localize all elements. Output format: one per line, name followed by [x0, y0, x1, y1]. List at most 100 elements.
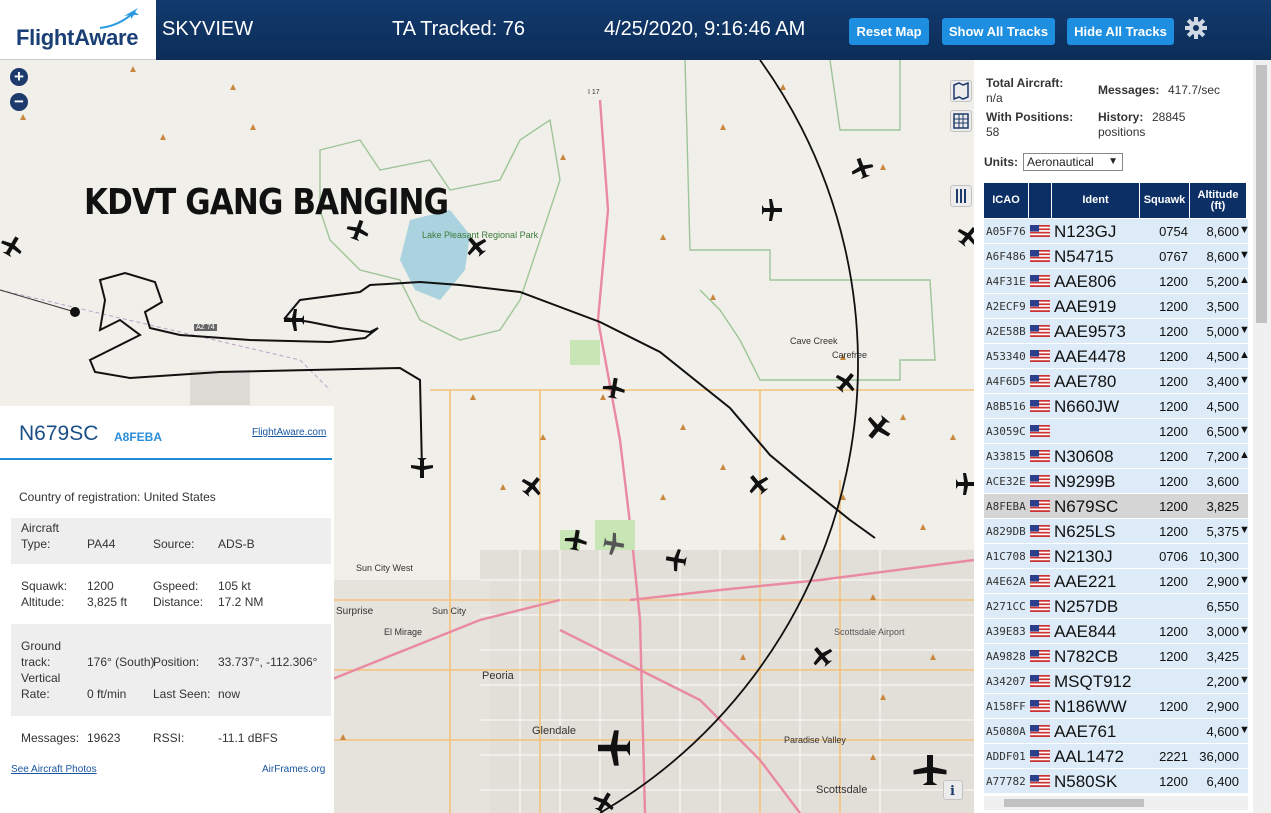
info-callsign: N679SC [19, 422, 99, 445]
grid-icon[interactable] [950, 110, 972, 132]
map-label-peoria: Peoria [482, 670, 514, 682]
table-row[interactable]: A2ECF9 AAE919 1200 3,500 [984, 294, 1248, 319]
vertical-scrollbar[interactable] [1253, 60, 1271, 813]
show-all-tracks-button[interactable]: Show All Tracks [942, 18, 1055, 45]
row-altitude-trend: ▼ [1239, 574, 1248, 586]
col-header-squawk[interactable]: Squawk [1140, 183, 1189, 218]
us-flag-icon [1030, 350, 1050, 362]
info-icon[interactable]: i [943, 780, 963, 800]
columns-icon[interactable] [950, 185, 972, 207]
table-row[interactable]: ADDF01 AAL1472 2221 36,000 [984, 744, 1248, 769]
us-flag-icon [1030, 500, 1050, 512]
with-positions-label: With Positions: [986, 110, 1074, 124]
table-row[interactable]: A829DB N625LS 1200 5,375 ▼ [984, 519, 1248, 544]
row-squawk: 0754 [1159, 224, 1188, 239]
row-squawk: 1200 [1159, 449, 1188, 464]
total-aircraft-value: n/a [986, 91, 1003, 105]
horizontal-scrollbar[interactable] [984, 796, 1248, 810]
row-ident: AAE844 [1054, 622, 1117, 641]
row-ident: N580SK [1054, 772, 1118, 791]
row-squawk: 1200 [1159, 374, 1188, 389]
row-altitude-trend: ▲ [1239, 274, 1248, 286]
table-row[interactable]: A8FEBA N679SC 1200 3,825 [984, 494, 1248, 519]
col-header-altitude[interactable]: Altitude (ft) [1190, 183, 1246, 218]
row-squawk: 1200 [1159, 424, 1188, 439]
row-icao: A271CC [986, 600, 1026, 613]
table-row[interactable]: A5080A AAE761 4,600 ▼ [984, 719, 1248, 744]
table-row[interactable]: A4F31E AAE806 1200 5,200 ▲ [984, 269, 1248, 294]
row-altitude: 2,900 [1206, 699, 1239, 714]
table-row[interactable]: AA9828 N782CB 1200 3,425 [984, 644, 1248, 669]
row-altitude: 3,000 [1206, 624, 1239, 639]
table-row[interactable]: A8B516 N660JW 1200 4,500 [984, 394, 1248, 419]
messages-rate-label: Messages: [1098, 83, 1160, 97]
row-altitude: 3,400 [1206, 374, 1239, 389]
airframes-link[interactable]: AirFrames.org [262, 764, 325, 775]
flightaware-link[interactable]: FlightAware.com [252, 427, 326, 438]
map-layers-icon[interactable] [950, 80, 972, 102]
row-altitude: 8,600 [1206, 224, 1239, 239]
hide-all-tracks-button[interactable]: Hide All Tracks [1067, 18, 1174, 45]
country-label: Country of registration: [19, 490, 141, 504]
col-header-icao[interactable]: ICAO [984, 183, 1028, 218]
table-row[interactable]: A6F486 N54715 0767 8,600 ▼ [984, 244, 1248, 269]
vertical-rate-label: Vertical Rate: [21, 671, 61, 701]
table-row[interactable]: A05F76 N123GJ 0754 8,600 ▼ [984, 219, 1248, 244]
top-bar: FlightAware SKYVIEW TA Tracked: 76 4/25/… [0, 0, 1271, 60]
us-flag-icon [1030, 675, 1050, 687]
us-flag-icon [1030, 750, 1050, 762]
us-flag-icon [1030, 325, 1050, 337]
table-row[interactable]: A39E83 AAE844 1200 3,000 ▼ [984, 619, 1248, 644]
col-header-ident[interactable]: Ident [1052, 183, 1139, 218]
table-row[interactable]: A4F6D5 AAE780 1200 3,400 ▼ [984, 369, 1248, 394]
row-icao: A4F6D5 [986, 375, 1026, 388]
row-ident: AAE780 [1054, 372, 1117, 391]
squawk-value: 1200 [87, 579, 114, 593]
table-row[interactable]: A33815 N30608 1200 7,200 ▲ [984, 444, 1248, 469]
row-icao: A1C708 [986, 550, 1026, 563]
col-header-flag[interactable] [1029, 183, 1051, 218]
aircraft-type-value: PA44 [87, 537, 116, 551]
aircraft-info-panel: N679SC A8FEBA FlightAware.com Country of… [0, 406, 334, 813]
table-row[interactable]: A34207 MSQT912 2,200 ▼ [984, 669, 1248, 694]
horizontal-scroll-thumb[interactable] [1004, 799, 1144, 807]
row-altitude-trend: ▲ [1239, 349, 1248, 361]
zoom-out-button[interactable]: − [10, 93, 28, 111]
table-row[interactable]: A53340 AAE4478 1200 4,500 ▲ [984, 344, 1248, 369]
us-flag-icon [1030, 725, 1050, 737]
aircraft-table: ICAO Ident Squawk Altitude (ft) A05F76 N1… [984, 183, 1248, 793]
table-row[interactable]: ACE32E N9299B 1200 3,600 [984, 469, 1248, 494]
table-row[interactable]: A158FF N186WW 1200 2,900 [984, 694, 1248, 719]
flightaware-logo[interactable]: FlightAware [0, 0, 156, 60]
reset-map-button[interactable]: Reset Map [849, 18, 929, 45]
table-row[interactable]: A3059C 1200 6,500 ▼ [984, 419, 1248, 444]
row-icao: A53340 [986, 350, 1026, 363]
row-squawk: 1200 [1159, 699, 1188, 714]
table-row[interactable]: A77782 N580SK 1200 6,400 [984, 769, 1248, 793]
gear-icon[interactable] [1184, 16, 1208, 40]
row-ident: N186WW [1054, 697, 1127, 716]
aircraft-type-label: Aircraft Type: [21, 521, 60, 551]
altitude-label: Altitude: [21, 595, 65, 609]
info-divider [0, 458, 332, 460]
table-row[interactable]: A1C708 N2130J 0706 10,300 [984, 544, 1248, 569]
map-label-cave-creek: Cave Creek [790, 336, 838, 346]
map-label-sun-city-west: Sun City West [356, 563, 413, 573]
row-icao: A77782 [986, 775, 1026, 788]
table-row[interactable]: A271CC N257DB 6,550 [984, 594, 1248, 619]
last-seen-label: Last Seen: [153, 687, 211, 701]
table-row[interactable]: A4E62A AAE221 1200 2,900 ▼ [984, 569, 1248, 594]
row-altitude: 2,900 [1206, 574, 1239, 589]
us-flag-icon [1030, 700, 1050, 712]
table-row[interactable]: A2E58B AAE9573 1200 5,000 ▼ [984, 319, 1248, 344]
row-altitude: 4,600 [1206, 724, 1239, 739]
row-ident: AAE221 [1054, 572, 1117, 591]
aircraft-photos-link[interactable]: See Aircraft Photos [11, 764, 97, 775]
units-select[interactable]: Aeronautical ▼ [1023, 153, 1123, 171]
vertical-scroll-thumb[interactable] [1256, 65, 1267, 323]
row-icao: A3059C [986, 425, 1026, 438]
row-ident: AAE806 [1054, 272, 1117, 291]
zoom-in-button[interactable]: + [10, 68, 28, 86]
row-squawk: 1200 [1159, 349, 1188, 364]
us-flag-icon [1030, 300, 1050, 312]
